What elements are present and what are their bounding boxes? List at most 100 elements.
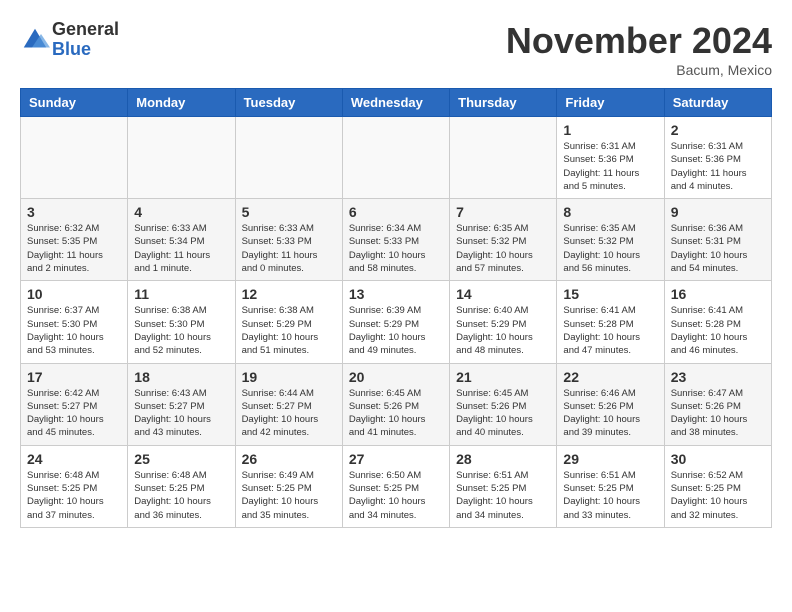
- calendar-cell: 12 Sunrise: 6:38 AM Sunset: 5:29 PM Dayli…: [235, 281, 342, 363]
- logo-icon: [20, 25, 50, 55]
- day-number: 12: [242, 286, 336, 302]
- calendar-cell: 28 Sunrise: 6:51 AM Sunset: 5:25 PM Dayli…: [450, 445, 557, 527]
- day-info: Sunrise: 6:35 AM Sunset: 5:32 PM Dayligh…: [456, 222, 550, 275]
- day-number: 25: [134, 451, 228, 467]
- calendar-cell: [128, 117, 235, 199]
- calendar-week-3: 10 Sunrise: 6:37 AM Sunset: 5:30 PM Dayli…: [21, 281, 772, 363]
- day-info: Sunrise: 6:33 AM Sunset: 5:33 PM Dayligh…: [242, 222, 336, 275]
- day-info: Sunrise: 6:41 AM Sunset: 5:28 PM Dayligh…: [671, 304, 765, 357]
- calendar-cell: 23Sunrise: 6:47 AM Sunset: 5:26 PM Dayli…: [664, 363, 771, 445]
- calendar-cell: 6Sunrise: 6:34 AM Sunset: 5:33 PM Daylig…: [342, 199, 449, 281]
- logo: General Blue: [20, 20, 119, 60]
- day-info: Sunrise: 6:48 AM Sunset: 5:25 PM Dayligh…: [27, 469, 121, 522]
- day-number: 4: [134, 204, 228, 220]
- day-info: Sunrise: 6:36 AM Sunset: 5:31 PM Dayligh…: [671, 222, 765, 275]
- calendar-cell: [235, 117, 342, 199]
- calendar-cell: 8 Sunrise: 6:35 AM Sunset: 5:32 PM Daylig…: [557, 199, 664, 281]
- logo-blue-label: Blue: [52, 40, 119, 60]
- day-info: Sunrise: 6:49 AM Sunset: 5:25 PM Dayligh…: [242, 469, 336, 522]
- calendar-week-4: 17 Sunrise: 6:42 AM Sunset: 5:27 PM Dayli…: [21, 363, 772, 445]
- logo-text: General Blue: [52, 20, 119, 60]
- calendar-cell: 19Sunrise: 6:44 AM Sunset: 5:27 PM Dayli…: [235, 363, 342, 445]
- day-info: Sunrise: 6:45 AM Sunset: 5:26 PM Dayligh…: [349, 387, 443, 440]
- calendar-cell: 11Sunrise: 6:38 AM Sunset: 5:30 PM Dayli…: [128, 281, 235, 363]
- weekday-header-friday: Friday: [557, 89, 664, 117]
- day-number: 28: [456, 451, 550, 467]
- day-number: 21: [456, 369, 550, 385]
- calendar-week-5: 24Sunrise: 6:48 AM Sunset: 5:25 PM Dayli…: [21, 445, 772, 527]
- calendar-cell: 22Sunrise: 6:46 AM Sunset: 5:26 PM Dayli…: [557, 363, 664, 445]
- calendar-cell: 7 Sunrise: 6:35 AM Sunset: 5:32 PM Daylig…: [450, 199, 557, 281]
- calendar-cell: 24Sunrise: 6:48 AM Sunset: 5:25 PM Dayli…: [21, 445, 128, 527]
- day-number: 10: [27, 286, 121, 302]
- calendar-cell: [342, 117, 449, 199]
- day-number: 9: [671, 204, 765, 220]
- calendar-cell: 29Sunrise: 6:51 AM Sunset: 5:25 PM Dayli…: [557, 445, 664, 527]
- calendar-cell: 14Sunrise: 6:40 AM Sunset: 5:29 PM Dayli…: [450, 281, 557, 363]
- calendar-cell: 27 Sunrise: 6:50 AM Sunset: 5:25 PM Dayli…: [342, 445, 449, 527]
- day-info: Sunrise: 6:42 AM Sunset: 5:27 PM Dayligh…: [27, 387, 121, 440]
- weekday-header-saturday: Saturday: [664, 89, 771, 117]
- day-number: 17: [27, 369, 121, 385]
- day-number: 13: [349, 286, 443, 302]
- day-info: Sunrise: 6:31 AM Sunset: 5:36 PM Dayligh…: [563, 140, 657, 193]
- calendar-cell: 20 Sunrise: 6:45 AM Sunset: 5:26 PM Dayli…: [342, 363, 449, 445]
- day-number: 11: [134, 286, 228, 302]
- day-number: 14: [456, 286, 550, 302]
- day-info: Sunrise: 6:52 AM Sunset: 5:25 PM Dayligh…: [671, 469, 765, 522]
- calendar-cell: 3 Sunrise: 6:32 AM Sunset: 5:35 PM Daylig…: [21, 199, 128, 281]
- day-number: 3: [27, 204, 121, 220]
- day-number: 27: [349, 451, 443, 467]
- day-info: Sunrise: 6:39 AM Sunset: 5:29 PM Dayligh…: [349, 304, 443, 357]
- day-info: Sunrise: 6:32 AM Sunset: 5:35 PM Dayligh…: [27, 222, 121, 275]
- day-info: Sunrise: 6:43 AM Sunset: 5:27 PM Dayligh…: [134, 387, 228, 440]
- calendar-cell: 9 Sunrise: 6:36 AM Sunset: 5:31 PM Daylig…: [664, 199, 771, 281]
- weekday-header-sunday: Sunday: [21, 89, 128, 117]
- calendar-cell: 13 Sunrise: 6:39 AM Sunset: 5:29 PM Dayli…: [342, 281, 449, 363]
- day-info: Sunrise: 6:50 AM Sunset: 5:25 PM Dayligh…: [349, 469, 443, 522]
- day-number: 23: [671, 369, 765, 385]
- weekday-header-thursday: Thursday: [450, 89, 557, 117]
- day-number: 5: [242, 204, 336, 220]
- calendar-week-1: 1Sunrise: 6:31 AM Sunset: 5:36 PM Daylig…: [21, 117, 772, 199]
- page-header: General Blue November 2024 Bacum, Mexico: [20, 20, 772, 78]
- logo-general-label: General: [52, 20, 119, 40]
- calendar-cell: 16 Sunrise: 6:41 AM Sunset: 5:28 PM Dayli…: [664, 281, 771, 363]
- location: Bacum, Mexico: [506, 62, 772, 78]
- day-number: 18: [134, 369, 228, 385]
- day-info: Sunrise: 6:48 AM Sunset: 5:25 PM Dayligh…: [134, 469, 228, 522]
- weekday-header-wednesday: Wednesday: [342, 89, 449, 117]
- day-info: Sunrise: 6:41 AM Sunset: 5:28 PM Dayligh…: [563, 304, 657, 357]
- day-info: Sunrise: 6:37 AM Sunset: 5:30 PM Dayligh…: [27, 304, 121, 357]
- day-number: 15: [563, 286, 657, 302]
- day-info: Sunrise: 6:35 AM Sunset: 5:32 PM Dayligh…: [563, 222, 657, 275]
- calendar-cell: 15 Sunrise: 6:41 AM Sunset: 5:28 PM Dayli…: [557, 281, 664, 363]
- day-info: Sunrise: 6:34 AM Sunset: 5:33 PM Dayligh…: [349, 222, 443, 275]
- calendar-body: 1Sunrise: 6:31 AM Sunset: 5:36 PM Daylig…: [21, 117, 772, 528]
- day-number: 16: [671, 286, 765, 302]
- calendar-cell: [450, 117, 557, 199]
- day-number: 22: [563, 369, 657, 385]
- calendar-table: SundayMondayTuesdayWednesdayThursdayFrid…: [20, 88, 772, 528]
- calendar-cell: 5 Sunrise: 6:33 AM Sunset: 5:33 PM Daylig…: [235, 199, 342, 281]
- calendar-cell: 2 Sunrise: 6:31 AM Sunset: 5:36 PM Daylig…: [664, 117, 771, 199]
- day-info: Sunrise: 6:38 AM Sunset: 5:29 PM Dayligh…: [242, 304, 336, 357]
- calendar-cell: 17 Sunrise: 6:42 AM Sunset: 5:27 PM Dayli…: [21, 363, 128, 445]
- day-info: Sunrise: 6:45 AM Sunset: 5:26 PM Dayligh…: [456, 387, 550, 440]
- day-number: 30: [671, 451, 765, 467]
- day-number: 20: [349, 369, 443, 385]
- day-info: Sunrise: 6:51 AM Sunset: 5:25 PM Dayligh…: [456, 469, 550, 522]
- day-number: 8: [563, 204, 657, 220]
- day-number: 29: [563, 451, 657, 467]
- day-number: 26: [242, 451, 336, 467]
- weekday-header-monday: Monday: [128, 89, 235, 117]
- weekday-header-row: SundayMondayTuesdayWednesdayThursdayFrid…: [21, 89, 772, 117]
- day-number: 19: [242, 369, 336, 385]
- calendar-cell: [21, 117, 128, 199]
- day-info: Sunrise: 6:31 AM Sunset: 5:36 PM Dayligh…: [671, 140, 765, 193]
- calendar-header: SundayMondayTuesdayWednesdayThursdayFrid…: [21, 89, 772, 117]
- day-number: 7: [456, 204, 550, 220]
- day-number: 2: [671, 122, 765, 138]
- month-title: November 2024: [506, 20, 772, 62]
- calendar-cell: 30 Sunrise: 6:52 AM Sunset: 5:25 PM Dayli…: [664, 445, 771, 527]
